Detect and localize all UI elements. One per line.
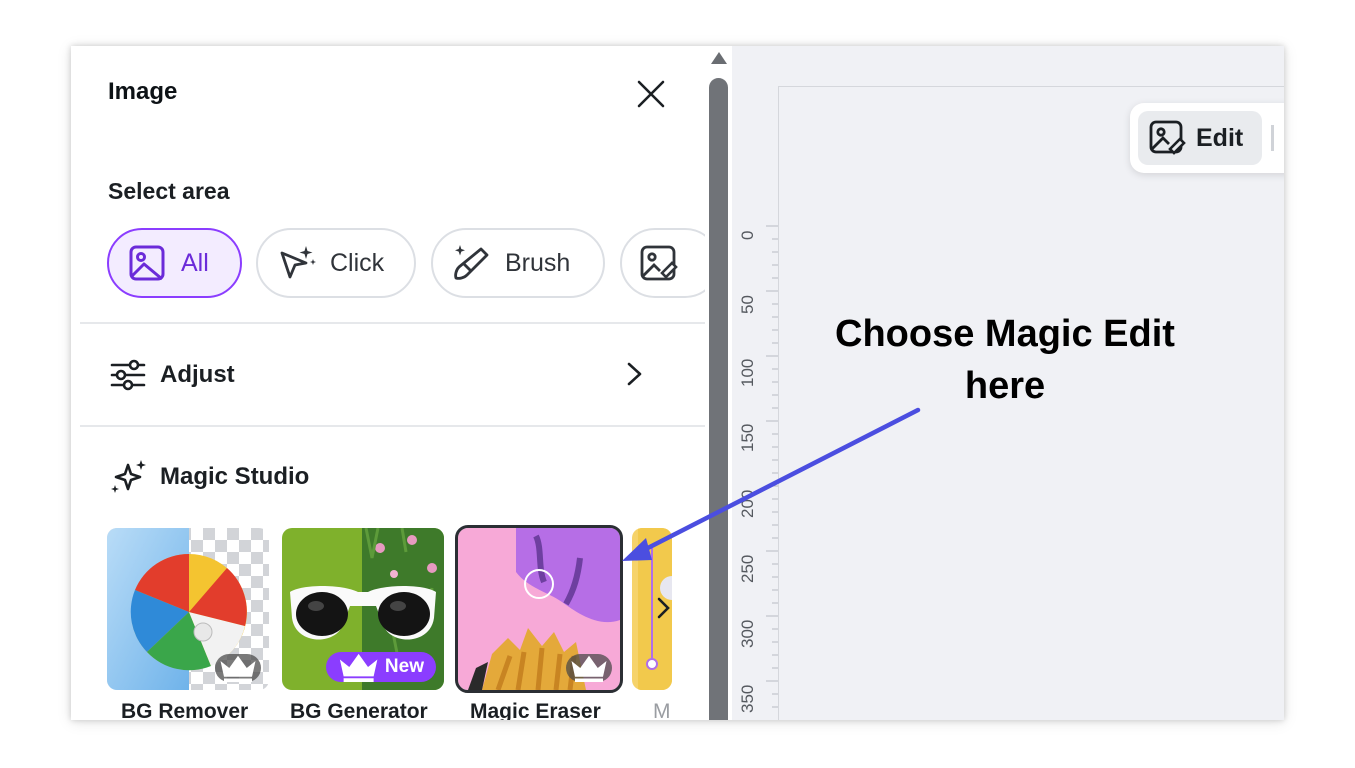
- chip-label: Click: [330, 248, 385, 277]
- select-all-button[interactable]: All: [107, 228, 242, 298]
- select-brush-button[interactable]: Brush: [431, 228, 605, 298]
- magic-brush-icon: [454, 245, 489, 280]
- select-click-button[interactable]: Click: [256, 228, 416, 298]
- image-edit-icon: [640, 245, 678, 281]
- scroll-up-arrow-icon[interactable]: [711, 52, 727, 64]
- toolbar-divider: [1271, 125, 1274, 151]
- divider: [80, 425, 705, 427]
- adjust-row[interactable]: Adjust: [108, 350, 235, 400]
- edit-image-button[interactable]: Edit: [1138, 111, 1262, 165]
- chip-label: All: [181, 248, 209, 277]
- sliders-icon: [110, 359, 146, 391]
- ruler-tick-label: 350: [738, 684, 757, 713]
- vertical-ruler: 0 50 100 150 200 250 300 350: [732, 86, 779, 720]
- chip-label: Brush: [505, 248, 571, 277]
- magic-edit-tile[interactable]: [632, 528, 672, 690]
- chevron-right-icon[interactable]: [623, 359, 647, 389]
- crown-icon: [220, 655, 256, 682]
- magic-studio-label: Magic Studio: [160, 463, 310, 490]
- sparkles-icon: [111, 460, 146, 493]
- bg-remover-tile[interactable]: [107, 528, 269, 690]
- ruler-tick-label: 250: [738, 554, 757, 583]
- crown-icon: [571, 655, 607, 682]
- tool-label: Magic Eraser: [470, 700, 601, 720]
- ruler-tick-label: 200: [738, 489, 757, 518]
- scrollbar-thumb[interactable]: [709, 78, 728, 720]
- crown-icon: [339, 653, 378, 682]
- premium-crown-badge: [566, 654, 612, 682]
- callout-text: Choose Magic Edit here: [780, 308, 1230, 412]
- select-more-button[interactable]: [620, 228, 705, 298]
- close-icon[interactable]: [633, 76, 669, 112]
- magic-studio-header: Magic Studio: [108, 452, 309, 502]
- panel-title: Image: [108, 78, 178, 105]
- callout-line-1: Choose Magic Edit: [835, 313, 1175, 355]
- ruler-tick-label: 300: [738, 619, 757, 648]
- tool-label: M: [653, 700, 671, 720]
- bg-generator-tile[interactable]: New: [282, 528, 444, 690]
- premium-crown-badge: [215, 654, 261, 682]
- horizontal-ruler: [732, 46, 1284, 87]
- new-badge: New: [325, 652, 436, 682]
- edit-image-icon: [1149, 120, 1186, 155]
- ruler-tick-label: 50: [738, 295, 757, 314]
- callout-line-2: here: [964, 365, 1046, 407]
- image-edit-panel: Image Select area All Click Brush Adjust…: [71, 46, 705, 720]
- ruler-tick-label: 150: [738, 423, 757, 452]
- select-area-label: Select area: [108, 178, 230, 204]
- edit-button-label: Edit: [1196, 123, 1244, 152]
- adjust-label: Adjust: [160, 361, 235, 388]
- chevron-right-icon[interactable]: [656, 596, 672, 620]
- panel-scrollbar[interactable]: [705, 46, 732, 720]
- magic-eraser-tile[interactable]: [455, 525, 623, 693]
- image-icon: [129, 245, 165, 281]
- image-context-toolbar: Edit: [1130, 103, 1284, 173]
- tool-label: BG Remover: [121, 700, 249, 720]
- ruler-tick-label: 100: [738, 358, 757, 387]
- divider: [80, 322, 705, 324]
- magic-click-icon: [280, 246, 316, 279]
- tool-label: BG Generator: [290, 700, 428, 720]
- new-badge-label: New: [384, 656, 424, 677]
- ruler-tick-label: 0: [738, 230, 757, 240]
